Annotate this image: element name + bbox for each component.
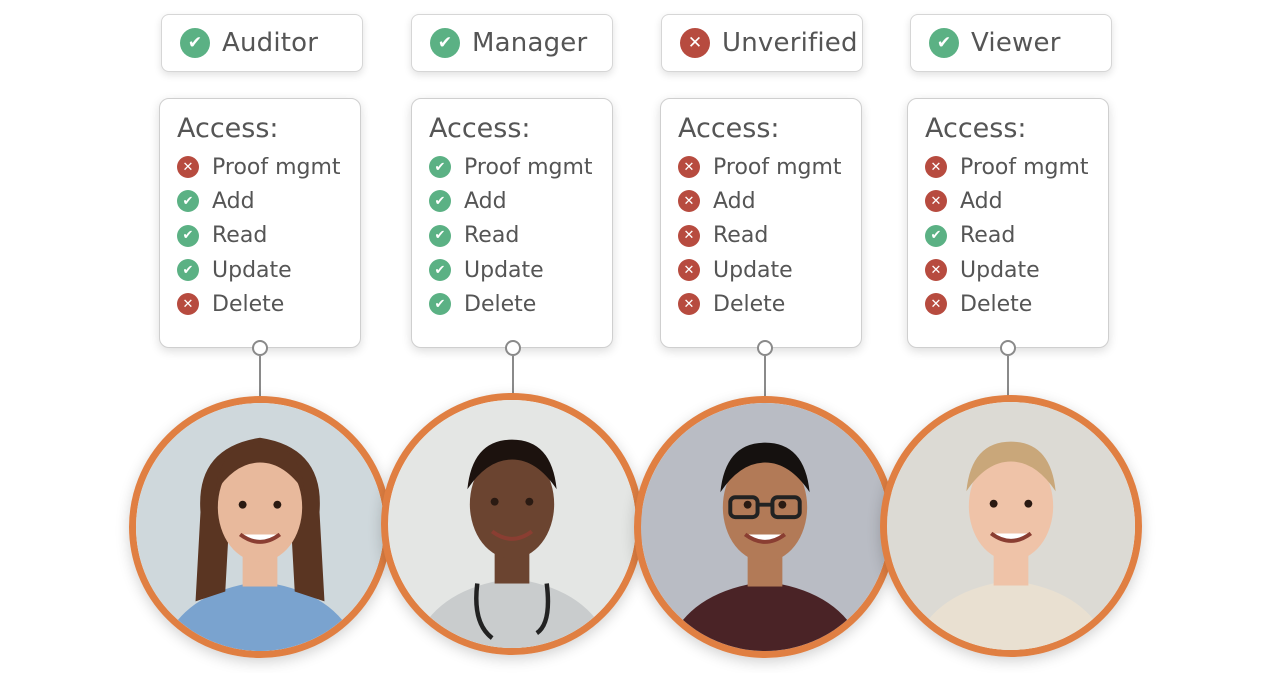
access-title: Access: — [925, 113, 1027, 144]
check-circle-icon: ✔ — [929, 28, 959, 58]
access-card-manager: Access: ✔ Proof mgmt ✔ Add ✔ Read ✔ Update ✔ Delet… — [411, 98, 613, 348]
permission-item: ✕ Update — [678, 253, 861, 287]
permission-item: ✕ Proof mgmt — [678, 150, 861, 184]
permission-label: Proof mgmt — [713, 154, 842, 180]
permission-label: Update — [960, 257, 1040, 283]
permission-label: Delete — [212, 291, 285, 317]
check-circle-icon: ✔ — [429, 293, 451, 316]
access-card-viewer: Access: ✕ Proof mgmt ✕ Add ✔ Read ✕ Update ✕ Delet… — [907, 98, 1109, 348]
avatar-portrait — [388, 400, 636, 648]
check-circle-icon: ✔ — [925, 224, 947, 247]
x-circle-icon: ✕ — [925, 259, 947, 282]
x-circle-icon: ✕ — [925, 293, 947, 316]
x-circle-icon: ✕ — [680, 28, 710, 58]
check-circle-icon: ✔ — [429, 190, 451, 213]
role-name: Manager — [472, 28, 588, 58]
x-circle-icon: ✕ — [925, 156, 947, 179]
role-header-manager: ✔ Manager — [411, 14, 613, 72]
permission-label: Read — [713, 223, 769, 249]
check-circle-icon: ✔ — [430, 28, 460, 58]
x-circle-icon: ✕ — [678, 293, 700, 316]
permission-label: Proof mgmt — [212, 154, 341, 180]
permission-item: ✕ Delete — [177, 287, 360, 321]
permission-item: ✕ Read — [678, 219, 861, 253]
permission-label: Delete — [464, 291, 537, 317]
permission-item: ✕ Proof mgmt — [925, 150, 1108, 184]
permission-item: ✔ Proof mgmt — [429, 150, 612, 184]
access-title: Access: — [429, 113, 531, 144]
avatar-blond-man-smiling — [880, 395, 1142, 657]
role-name: Unverified — [722, 28, 858, 58]
permission-item: ✕ Update — [925, 253, 1108, 287]
connector-node — [757, 340, 773, 356]
permission-label: Read — [212, 223, 268, 249]
access-card-unverified: Access: ✕ Proof mgmt ✕ Add ✕ Read ✕ Update ✕ Delet… — [660, 98, 862, 348]
permission-label: Add — [960, 188, 1003, 214]
permission-label: Proof mgmt — [960, 154, 1089, 180]
role-name: Auditor — [222, 28, 319, 58]
avatar-man-with-stethoscope — [381, 393, 643, 655]
permission-label: Delete — [713, 291, 786, 317]
connector-line — [764, 356, 766, 396]
permission-item: ✔ Read — [177, 219, 360, 253]
connector-line — [1007, 356, 1009, 396]
check-circle-icon: ✔ — [180, 28, 210, 58]
permission-label: Delete — [960, 291, 1033, 317]
connector-node — [1000, 340, 1016, 356]
check-circle-icon: ✔ — [177, 259, 199, 282]
permission-item: ✕ Delete — [678, 287, 861, 321]
avatar-portrait — [641, 403, 889, 651]
permission-item: ✕ Proof mgmt — [177, 150, 360, 184]
check-circle-icon: ✔ — [429, 224, 451, 247]
permission-label: Update — [464, 257, 544, 283]
role-header-auditor: ✔ Auditor — [161, 14, 363, 72]
x-circle-icon: ✕ — [678, 224, 700, 247]
check-circle-icon: ✔ — [429, 259, 451, 282]
avatar-portrait — [136, 403, 384, 651]
avatar-portrait — [887, 402, 1135, 650]
x-circle-icon: ✕ — [177, 156, 199, 179]
access-title: Access: — [177, 113, 279, 144]
permission-label: Add — [713, 188, 756, 214]
permission-item: ✔ Add — [177, 184, 360, 218]
permission-item: ✔ Add — [429, 184, 612, 218]
check-circle-icon: ✔ — [177, 190, 199, 213]
permission-label: Read — [464, 223, 520, 249]
x-circle-icon: ✕ — [678, 190, 700, 213]
permission-label: Add — [464, 188, 507, 214]
x-circle-icon: ✕ — [678, 156, 700, 179]
check-circle-icon: ✔ — [429, 156, 451, 179]
permission-item: ✔ Delete — [429, 287, 612, 321]
avatar-man-with-glasses — [634, 396, 896, 658]
access-title: Access: — [678, 113, 780, 144]
x-circle-icon: ✕ — [925, 190, 947, 213]
x-circle-icon: ✕ — [678, 259, 700, 282]
role-header-viewer: ✔ Viewer — [910, 14, 1112, 72]
permission-label: Update — [212, 257, 292, 283]
permission-item: ✔ Update — [429, 253, 612, 287]
x-circle-icon: ✕ — [177, 293, 199, 316]
access-card-auditor: Access: ✕ Proof mgmt ✔ Add ✔ Read ✔ Update ✕ Delet… — [159, 98, 361, 348]
check-circle-icon: ✔ — [177, 224, 199, 247]
connector-node — [505, 340, 521, 356]
permission-item: ✔ Read — [429, 219, 612, 253]
permission-item: ✕ Delete — [925, 287, 1108, 321]
permission-label: Add — [212, 188, 255, 214]
permission-item: ✕ Add — [678, 184, 861, 218]
permission-label: Update — [713, 257, 793, 283]
connector-line — [259, 356, 261, 396]
permission-label: Proof mgmt — [464, 154, 593, 180]
connector-line — [512, 356, 514, 396]
permission-item: ✔ Read — [925, 219, 1108, 253]
permission-item: ✔ Update — [177, 253, 360, 287]
permission-label: Read — [960, 223, 1016, 249]
avatar-woman-in-blue-scrubs — [129, 396, 391, 658]
role-header-unverified: ✕ Unverified — [661, 14, 863, 72]
connector-node — [252, 340, 268, 356]
role-name: Viewer — [971, 28, 1061, 58]
permission-item: ✕ Add — [925, 184, 1108, 218]
